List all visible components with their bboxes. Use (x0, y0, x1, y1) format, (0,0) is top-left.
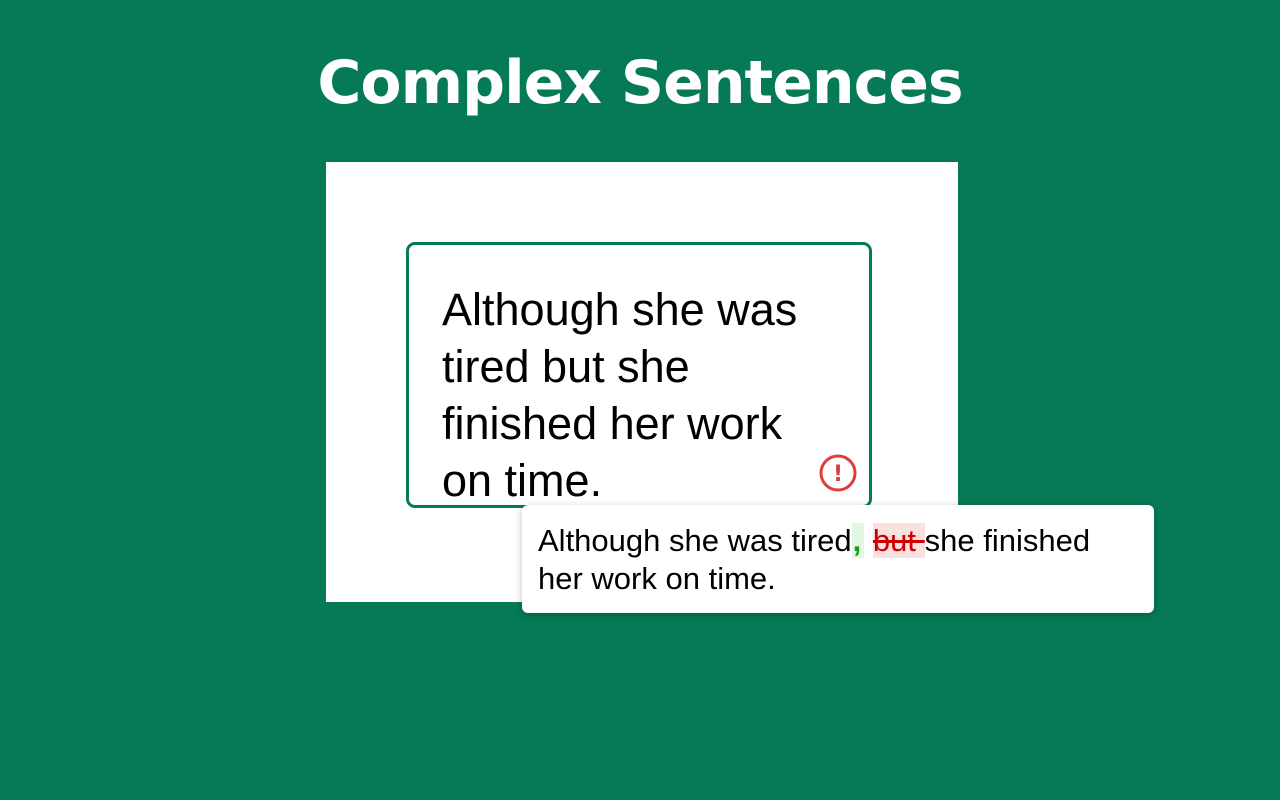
exclamation-glyph: ! (833, 462, 843, 487)
exclamation-circle-icon[interactable]: ! (819, 454, 857, 492)
suggestion-space (864, 523, 873, 558)
suggestion-insertion: , (851, 523, 865, 558)
suggestion-text[interactable]: Although she was tired, but she finished… (538, 522, 1138, 598)
sentence-text[interactable]: Although she was tired but she finished … (442, 281, 842, 509)
page-title: Complex Sentences (317, 48, 963, 118)
suggestion-popup[interactable]: Although she was tired, but she finished… (522, 505, 1154, 613)
suggestion-deletion: but (872, 523, 925, 558)
suggestion-before: Although she was tired (538, 523, 852, 558)
sentence-editor[interactable]: Although she was tired but she finished … (406, 242, 872, 508)
